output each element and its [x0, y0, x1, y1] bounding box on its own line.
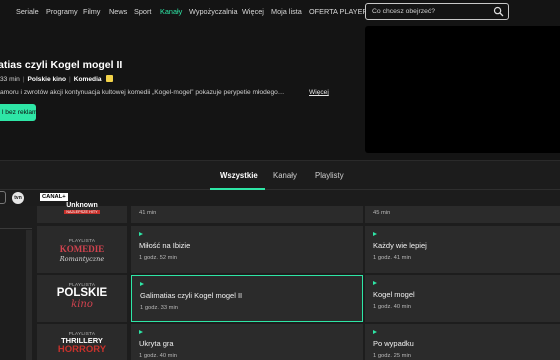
program-card[interactable]: Ukryta gra 1 godz. 40 min: [131, 324, 363, 360]
more-link[interactable]: Więcej: [309, 89, 329, 96]
program-card[interactable]: 41 min: [131, 206, 363, 223]
program-card[interactable]: Miłość na Ibizie 1 godz. 52 min: [131, 226, 363, 273]
program-duration: 1 godz. 41 min: [373, 255, 412, 261]
program-title: Po wypadku: [373, 339, 414, 348]
playlist-logo-title: Unknown: [66, 202, 98, 209]
hero-banner: atias czyli Kogel mogel II 33 min | Polski…: [0, 24, 560, 160]
rail-divider: [0, 228, 32, 229]
tab-wszystkie[interactable]: Wszystkie: [220, 171, 258, 180]
nav-moja-lista[interactable]: Moja lista: [271, 7, 302, 16]
content-tabs: Wszystkie Kanały Playlisty: [0, 160, 560, 190]
hero-duration: 33 min: [0, 76, 20, 83]
hero-channel[interactable]: Polskie kino: [28, 76, 66, 83]
play-icon: [373, 232, 377, 236]
play-icon: [140, 282, 144, 286]
nav-seriales[interactable]: Seriale: [16, 7, 39, 16]
playlist-logo[interactable]: Unknown NAJLEPSZE HITY: [37, 202, 127, 223]
program-card[interactable]: Kogel mogel 1 godz. 40 min: [365, 275, 560, 322]
play-icon: [139, 232, 143, 236]
playlist-logo-subtitle: HORRORY: [57, 344, 107, 355]
hero-title: atias czyli Kogel mogel II: [0, 59, 123, 71]
program-card-selected[interactable]: Galimatias czyli Kogel mogel II 1 godz. …: [131, 275, 363, 322]
tvn-logo[interactable]: tvn: [12, 192, 24, 204]
hero-description: amoru i zwrotów akcji kontynuacja kultow…: [0, 89, 285, 96]
program-duration: 1 godz. 33 min: [140, 305, 179, 311]
video-preview[interactable]: [365, 26, 560, 153]
age-rating-icon: [105, 75, 113, 82]
playlist-logo-subtitle: Romantyczne: [59, 255, 105, 263]
playlist-logo-subtitle: kino: [71, 299, 93, 310]
program-title: Każdy wie lepiej: [373, 241, 427, 250]
channel-filter-box[interactable]: [0, 191, 6, 204]
nav-sport[interactable]: Sport: [134, 7, 151, 16]
play-icon: [373, 281, 377, 285]
playlist-logo-title: POLSKIE: [56, 287, 108, 299]
hero-meta: 33 min | Polskie kino | Komedia: [0, 75, 113, 83]
search-box[interactable]: Co chcesz obejrzeć?: [365, 3, 509, 20]
tab-kanaly[interactable]: Kanały: [273, 171, 297, 180]
program-card[interactable]: Każdy wie lepiej 1 godz. 41 min: [365, 226, 560, 273]
program-title: Galimatias czyli Kogel mogel II: [140, 291, 243, 300]
play-icon: [139, 330, 143, 334]
playlist-logo[interactable]: PLAYLISTA KOMEDIE Romantyczne: [37, 226, 127, 273]
left-rail: [0, 206, 32, 360]
nav-wypozyczalnia[interactable]: Wypożyczalnia: [189, 7, 238, 16]
program-title: Ukryta gra: [139, 339, 174, 348]
program-duration: 1 godz. 40 min: [139, 353, 178, 359]
nav-programy[interactable]: Programy: [46, 7, 78, 16]
playlist-tag: PLAYLISTA: [68, 238, 96, 243]
watch-button-label: l bez reklam: [2, 109, 38, 116]
nav-news[interactable]: News: [109, 7, 127, 16]
top-navigation: Seriale Programy Filmy News Sport Kanały…: [0, 0, 560, 24]
rail-scrollbar[interactable]: [26, 230, 32, 360]
canal-plus-logo[interactable]: CANAL+: [40, 193, 68, 201]
playlist-logo-title: KOMEDIE: [59, 244, 105, 254]
epg-grid: Unknown NAJLEPSZE HITY 41 min 45 min PLA…: [0, 202, 560, 360]
play-icon: [373, 330, 377, 334]
search-icon[interactable]: [493, 6, 504, 17]
program-card[interactable]: Po wypadku 1 godz. 25 min: [365, 324, 560, 360]
program-card[interactable]: 45 min: [365, 206, 560, 223]
tab-playlisty[interactable]: Playlisty: [315, 171, 344, 180]
program-duration: 1 godz. 52 min: [139, 255, 178, 261]
nav-oferta-player[interactable]: OFERTA PLAYER: [309, 7, 368, 16]
program-duration: 1 godz. 40 min: [373, 304, 412, 310]
nav-kanaly[interactable]: Kanały: [160, 7, 182, 16]
playlist-logo[interactable]: PLAYLISTA THRILLERY HORRORY: [37, 324, 127, 360]
nav-wiecej[interactable]: Więcej: [242, 7, 264, 16]
program-title: Miłość na Ibizie: [139, 241, 191, 250]
watch-button[interactable]: l bez reklam: [0, 104, 38, 121]
playlist-logo-subtitle: NAJLEPSZE HITY: [64, 210, 100, 214]
program-duration: 1 godz. 25 min: [373, 353, 412, 359]
program-duration: 45 min: [373, 210, 391, 216]
nav-filmy[interactable]: Filmy: [83, 7, 100, 16]
playlist-logo[interactable]: PLAYLISTA POLSKIE kino: [37, 275, 127, 322]
program-duration: 41 min: [139, 210, 157, 216]
search-input[interactable]: Co chcesz obejrzeć?: [372, 8, 435, 15]
program-title: Kogel mogel: [373, 290, 415, 299]
hero-genre: Komedia: [73, 76, 102, 83]
